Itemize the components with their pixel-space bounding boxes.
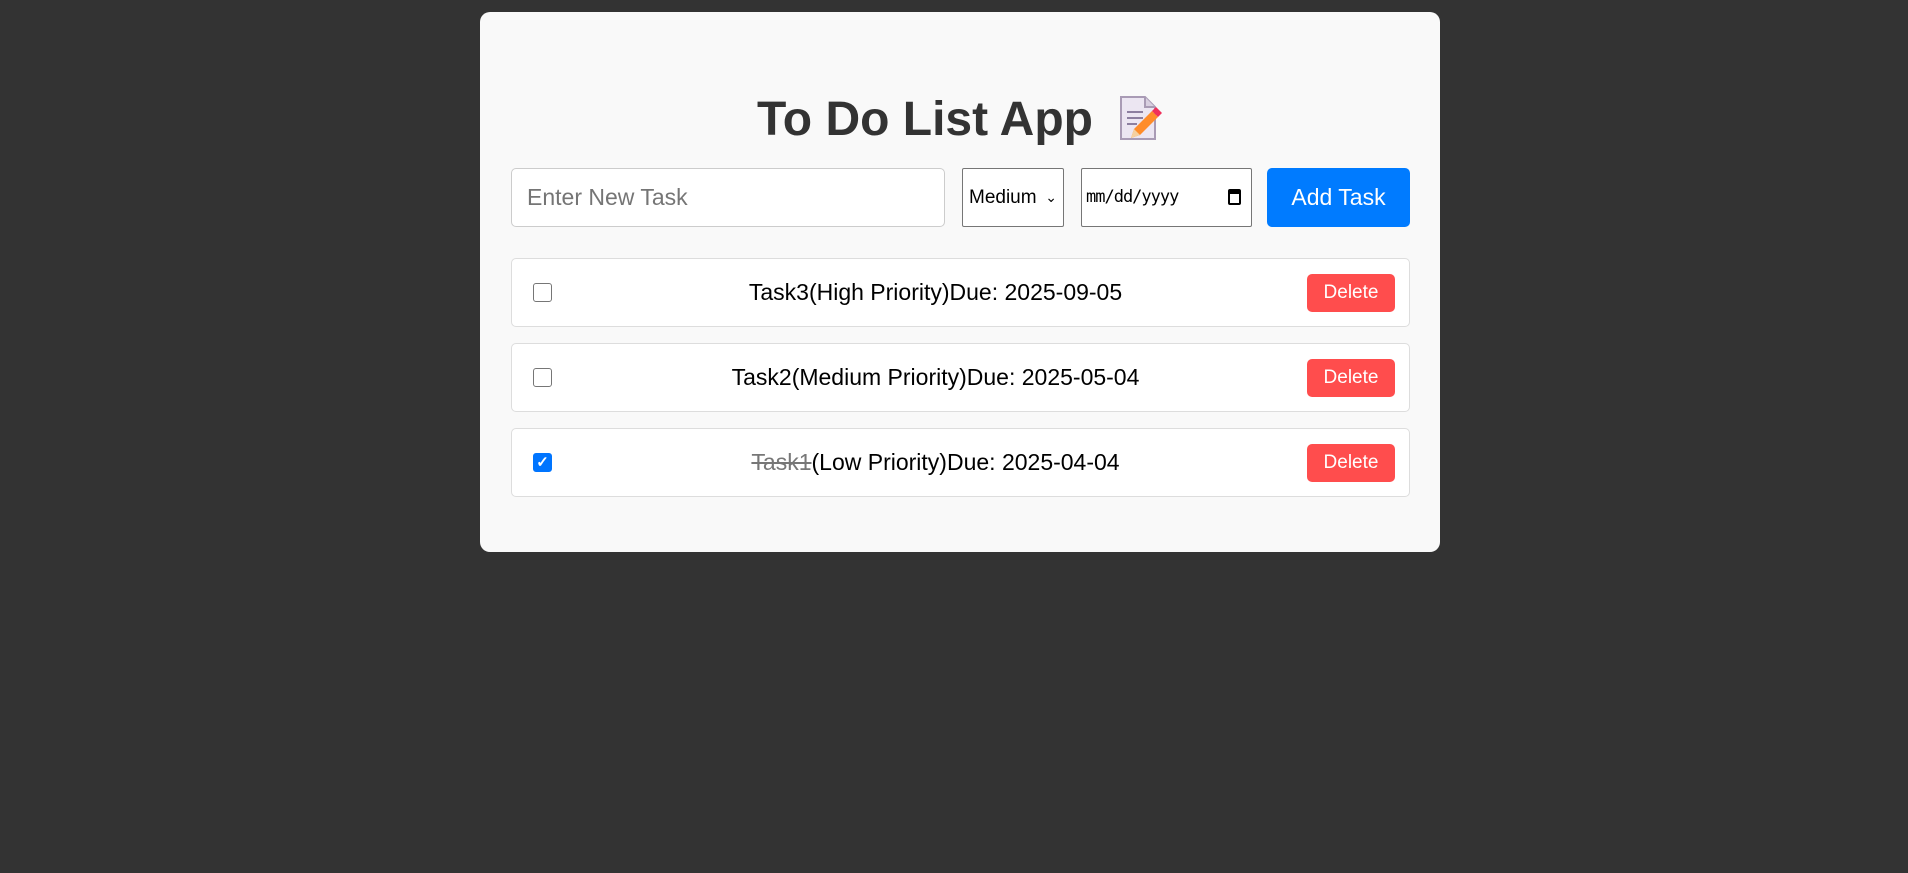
add-task-button[interactable]: Add Task: [1267, 168, 1410, 227]
task-due: Due: 2025-09-05: [949, 279, 1123, 305]
priority-select[interactable]: Medium ⌄: [962, 168, 1064, 227]
chevron-down-icon: ⌄: [1045, 189, 1057, 205]
task-checkbox-checked[interactable]: ✓: [533, 453, 552, 472]
title-text: To Do List App: [757, 93, 1093, 146]
task-text: Task1(Low Priority)Due: 2025-04-04: [572, 429, 1299, 496]
delete-button[interactable]: Delete: [1307, 444, 1395, 482]
task-priority: (Medium Priority): [791, 364, 967, 390]
task-item: Task2(Medium Priority)Due: 2025-05-04 De…: [511, 343, 1410, 412]
task-text: Task2(Medium Priority)Due: 2025-05-04: [572, 344, 1299, 411]
due-date-input[interactable]: mm/dd/yyyy: [1081, 168, 1252, 227]
delete-button[interactable]: Delete: [1307, 359, 1395, 397]
task-checkbox[interactable]: [533, 368, 552, 387]
task-item: ✓ Task1(Low Priority)Due: 2025-04-04 Del…: [511, 428, 1410, 497]
task-due: Due: 2025-04-04: [946, 449, 1120, 475]
task-item: Task3(High Priority)Due: 2025-09-05 Dele…: [511, 258, 1410, 327]
task-name: Task1: [751, 449, 812, 475]
task-checkbox[interactable]: [533, 283, 552, 302]
task-priority: (High Priority): [808, 279, 950, 305]
task-name: Task2: [731, 364, 792, 390]
task-due: Due: 2025-05-04: [966, 364, 1140, 390]
new-task-input[interactable]: Enter New Task: [511, 168, 945, 227]
task-priority: (Low Priority): [811, 449, 947, 475]
page-title: To Do List App: [480, 90, 1440, 150]
date-placeholder: mm/dd/yyyy: [1086, 187, 1179, 207]
delete-button[interactable]: Delete: [1307, 274, 1395, 312]
task-text: Task3(High Priority)Due: 2025-09-05: [572, 259, 1299, 326]
priority-value: Medium: [969, 187, 1037, 208]
memo-icon: [1119, 96, 1162, 141]
todo-card: To Do List App Enter New Task Medium ⌄ mm…: [480, 12, 1440, 552]
task-name: Task3: [748, 279, 809, 305]
calendar-icon[interactable]: [1228, 189, 1241, 205]
